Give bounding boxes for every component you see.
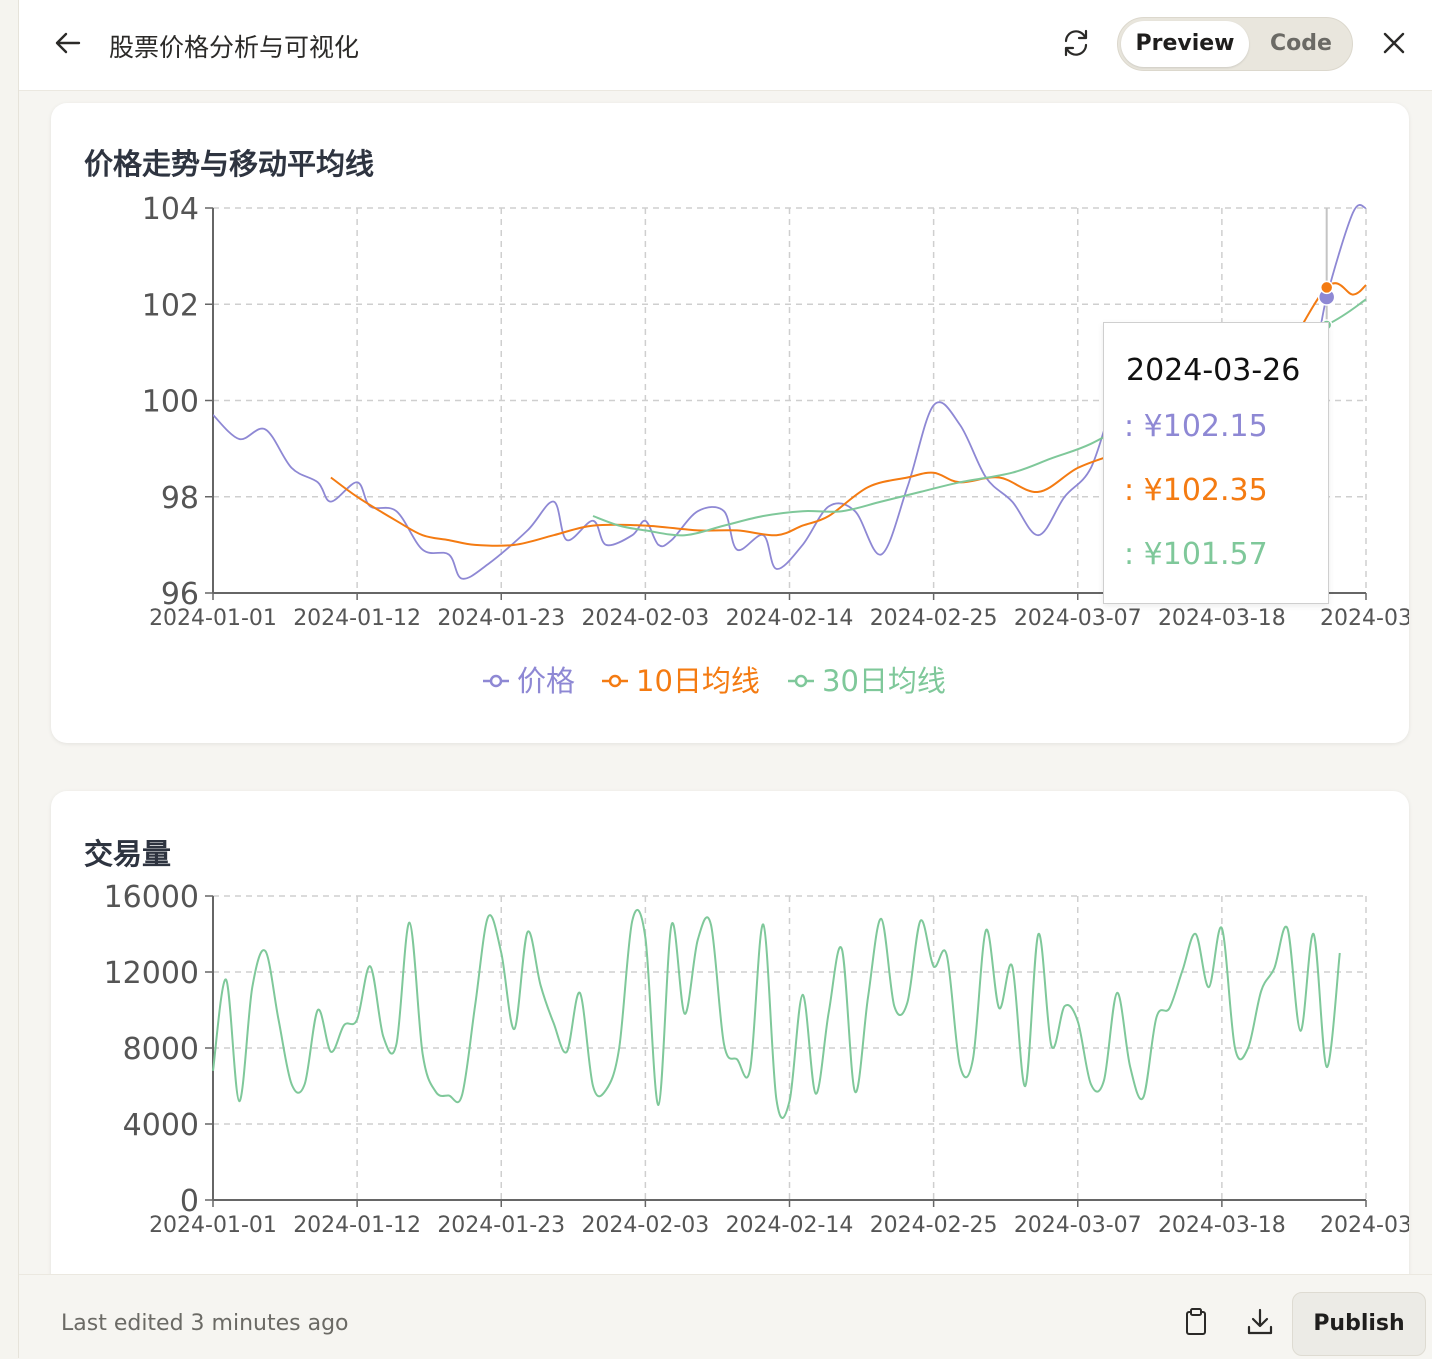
x-tick-label: 2024-02-25 [870,606,998,631]
legend-marker [794,674,808,688]
legend-item[interactable]: 10日均线 [602,664,760,698]
volume-line[interactable] [212,908,1341,1119]
copy-button[interactable] [1179,1305,1213,1339]
ma10-hover-dot [1319,280,1334,295]
x-tick-label: 2024-03 [1320,606,1409,631]
tab-code[interactable]: Code [1249,21,1353,67]
y-tick-label: 100 [142,385,199,420]
last-edited-text: Last edited 3 minutes ago [61,1311,349,1336]
y-tick-label: 102 [142,288,199,323]
tab-preview[interactable]: Preview [1121,21,1249,67]
x-tick-label: 2024-01-12 [293,1213,421,1238]
price-chart-card: 价格走势与移动平均线 2024-01-01 2024-01-12 2024-01-2… [51,103,1409,743]
y-tick-label: 12000 [104,956,199,991]
tooltip-date: 2024-03-26 [1126,353,1301,388]
download-button[interactable] [1243,1305,1277,1339]
x-tick-label: 2024-03-18 [1158,606,1286,631]
y-tick-label: 8000 [123,1032,199,1067]
footer-bar: Last edited 3 minutes ago Publish [19,1274,1432,1359]
legend-label: 30日均线 [822,664,946,698]
tooltip-ma30: : ¥101.57 [1124,537,1268,572]
x-tick-label: 2024-02-14 [726,606,854,631]
y-tick-label: 96 [161,577,199,612]
legend-item[interactable]: 价格 [483,664,575,698]
x-tick-label: 2024-03-07 [1014,1213,1142,1238]
chart-tooltip: 2024-03-26 : ¥102.15 : ¥102.35 : ¥101.57 [1103,322,1329,604]
tooltip-price: : ¥102.15 [1124,409,1268,444]
x-tick-label: 2024-02-03 [581,606,709,631]
page-title: 股票价格分析与可视化 [109,33,360,62]
refresh-icon [1064,29,1088,57]
x-tick-label: 2024-03-18 [1158,1213,1286,1238]
x-tick-label: 2024-01-23 [437,1213,565,1238]
y-tick-label: 104 [142,192,199,227]
publish-button[interactable]: Publish [1292,1292,1426,1356]
legend-label: 价格 [517,664,575,698]
legend-marker [608,674,622,688]
legend-label: 10日均线 [636,664,760,698]
app-window: 股票价格分析与可视化 Preview Code 价格走势与移动平均线 2024-… [18,0,1432,1359]
tooltip-ma10: : ¥102.35 [1124,473,1268,508]
legend-marker [489,674,503,688]
back-button[interactable] [51,26,85,60]
close-icon [1383,32,1405,54]
x-tick-label: 2024-01-12 [293,606,421,631]
arrow-left-icon [55,32,81,54]
x-tick-label: 2024-02-14 [726,1213,854,1238]
close-button[interactable] [1377,26,1411,60]
x-tick-label: 2024-02-25 [870,1213,998,1238]
clipboard-icon [1186,1308,1206,1335]
y-tick-label: 4000 [123,1108,199,1143]
view-toggle: Preview Code [1117,17,1353,71]
x-tick-label: 2024-01-23 [437,606,565,631]
x-tick-label: 2024-02-03 [581,1213,709,1238]
refresh-button[interactable] [1059,26,1093,60]
header-bar: 股票价格分析与可视化 Preview Code [19,0,1432,91]
y-tick-label: 98 [161,481,199,516]
x-tick-label: 2024-01-01 [149,1213,277,1238]
legend-item[interactable]: 30日均线 [788,664,946,698]
download-icon [1247,1308,1273,1335]
x-tick-label: 2024-03-07 [1014,606,1142,631]
y-tick-label: 16000 [104,880,199,915]
volume-chart-card: 交易量 2024-01-01 2024-01-12 2024-01-23 2024-0… [51,791,1409,1311]
y-tick-label: 0 [180,1184,199,1219]
volume-chart[interactable]: 2024-01-01 2024-01-12 2024-01-23 2024-02-03… [51,791,1409,1311]
x-tick-label: 2024-03 [1320,1213,1409,1238]
